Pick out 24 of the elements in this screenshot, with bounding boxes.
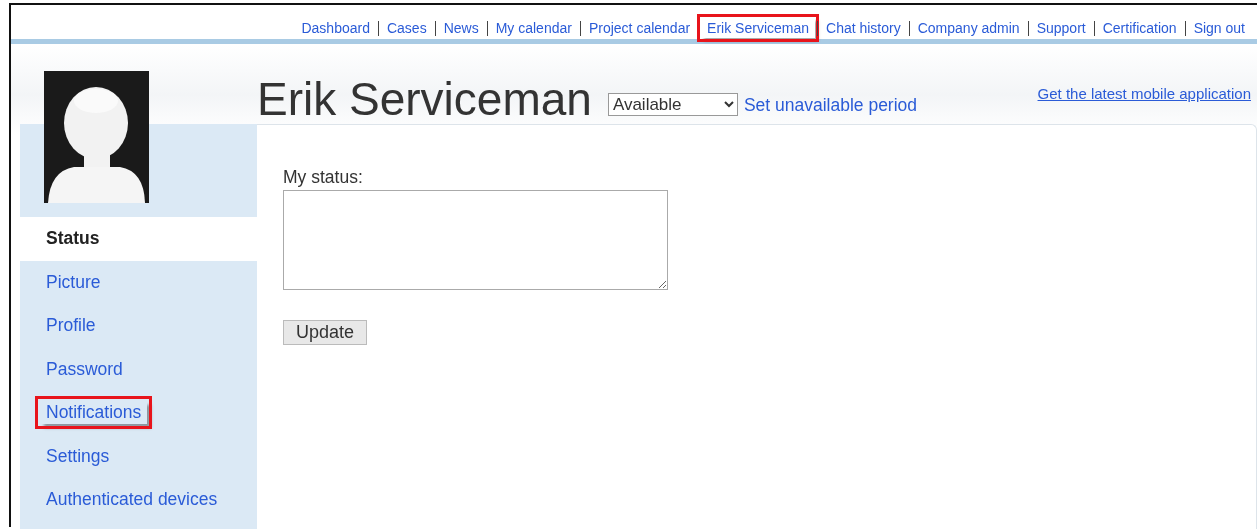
sidebar-item[interactable]: Profile: [20, 304, 257, 348]
availability-dropdown[interactable]: Available: [607, 93, 738, 116]
nav-link[interactable]: News: [437, 18, 485, 38]
sidebar-item[interactable]: Authenticated devices: [20, 478, 257, 522]
nav-link[interactable]: Dashboard: [295, 18, 376, 38]
nav-link[interactable]: Cases: [380, 18, 433, 38]
nav-link[interactable]: My calendar: [489, 18, 578, 38]
unavailable-period-link[interactable]: Set unavailable period: [743, 95, 918, 116]
status-field[interactable]: [283, 190, 668, 290]
field-label: My status:: [283, 167, 364, 188]
mobile-app-link[interactable]: Get the latest mobile application: [1037, 85, 1251, 102]
nav-link[interactable]: Project calendar: [582, 18, 697, 38]
sidebar-item[interactable]: Notifications: [20, 391, 257, 435]
sidebar-item[interactable]: Picture: [20, 260, 257, 304]
update-button[interactable]: Update: [283, 320, 367, 345]
nav-link[interactable]: Company admin: [911, 18, 1026, 38]
user-name: Erik Serviceman: [257, 76, 592, 122]
nav-link[interactable]: Support: [1030, 18, 1092, 38]
sidebar-item[interactable]: Settings: [20, 434, 257, 478]
nav-link[interactable]: Certification: [1096, 18, 1183, 38]
sidebar-item[interactable]: Password: [20, 347, 257, 391]
sidebar-item[interactable]: Status: [20, 217, 257, 261]
nav-link[interactable]: Sign out: [1187, 18, 1251, 38]
nav-link[interactable]: Chat history: [820, 18, 907, 38]
